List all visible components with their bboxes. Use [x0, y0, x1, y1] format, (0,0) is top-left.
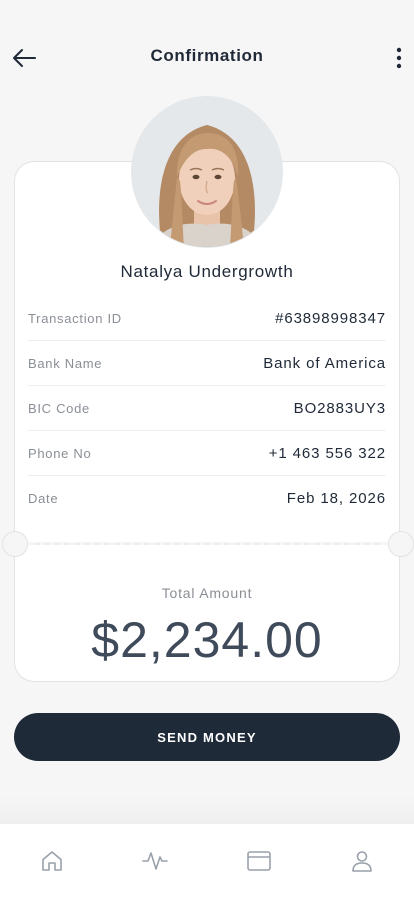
- recipient-avatar: [132, 97, 282, 247]
- nav-item-activity[interactable]: [104, 824, 208, 897]
- more-options-button[interactable]: [388, 40, 410, 76]
- detail-row-phone: Phone No +1 463 556 322: [28, 431, 386, 476]
- detail-row-bic-code: BIC Code BO2883UY3: [28, 386, 386, 431]
- detail-value: +1 463 556 322: [269, 445, 386, 462]
- user-icon: [350, 849, 374, 873]
- detail-value: BO2883UY3: [294, 400, 386, 417]
- detail-value: #63898998347: [275, 310, 386, 327]
- transaction-details: Transaction ID #63898998347 Bank Name Ba…: [28, 296, 386, 520]
- detail-label: Transaction ID: [28, 311, 122, 326]
- activity-icon: [142, 849, 168, 873]
- detail-value: Bank of America: [263, 355, 386, 372]
- detail-label: Phone No: [28, 446, 91, 461]
- nav-item-cards[interactable]: [207, 824, 311, 897]
- nav-item-home[interactable]: [0, 824, 104, 897]
- card-icon: [246, 849, 272, 873]
- send-money-button[interactable]: SEND MONEY: [14, 713, 400, 761]
- detail-row-bank-name: Bank Name Bank of America: [28, 341, 386, 386]
- app-header: Confirmation: [0, 0, 414, 110]
- detail-label: Bank Name: [28, 356, 102, 371]
- home-icon: [40, 849, 64, 873]
- detail-row-date: Date Feb 18, 2026: [28, 476, 386, 520]
- total-amount-value: $2,234.00: [0, 610, 414, 670]
- nav-item-profile[interactable]: [311, 824, 414, 897]
- nav-shadow: [0, 795, 414, 823]
- recipient-name: Natalya Undergrowth: [0, 262, 414, 282]
- total-amount-label: Total Amount: [0, 585, 414, 601]
- receipt-notch-left: [2, 531, 28, 557]
- detail-label: BIC Code: [28, 401, 90, 416]
- receipt-notch-right: [388, 531, 414, 557]
- bottom-nav: [0, 823, 414, 897]
- detail-value: Feb 18, 2026: [287, 490, 386, 507]
- page-title: Confirmation: [0, 46, 414, 66]
- detail-label: Date: [28, 491, 58, 506]
- more-vertical-icon: [396, 47, 402, 69]
- detail-row-transaction-id: Transaction ID #63898998347: [28, 296, 386, 341]
- receipt-divider: [34, 543, 380, 545]
